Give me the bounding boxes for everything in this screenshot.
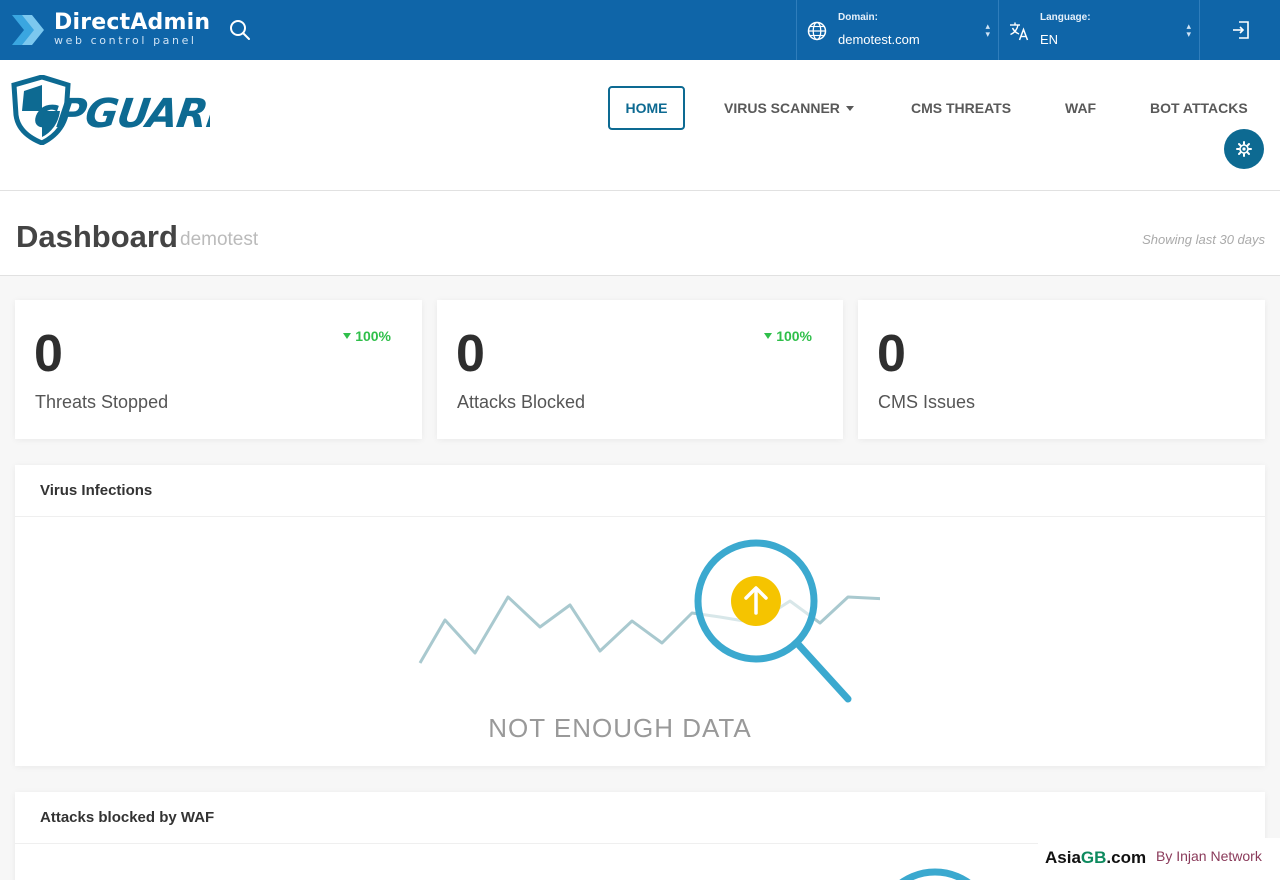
caret-down-icon xyxy=(343,333,352,339)
translate-icon xyxy=(1010,22,1029,41)
search-icon[interactable] xyxy=(228,18,252,42)
cpguard-logo[interactable]: cPGUARD xyxy=(10,75,210,145)
language-value: EN xyxy=(1040,32,1059,47)
stat-card-cms-issues: 0 CMS Issues xyxy=(858,300,1265,439)
domain-selector[interactable]: Domain: demotest.com ▴ ▾ xyxy=(796,0,998,60)
chevron-updown-icon: ▴ ▾ xyxy=(985,21,990,39)
caret-down-icon xyxy=(764,333,773,339)
caret-down-icon xyxy=(845,106,854,111)
settings-button[interactable] xyxy=(1224,129,1264,169)
watermark-brand: AsiaGB.com xyxy=(1045,848,1146,868)
watermark-brand-prefix: Asia xyxy=(1045,848,1081,867)
magnifier-icon xyxy=(694,539,852,703)
page-subtitle: demotest xyxy=(180,229,259,250)
stat-card-threats-stopped: 0 Threats Stopped 100% xyxy=(15,300,422,439)
nav-cms-threats[interactable]: CMS THREATS xyxy=(911,86,1011,130)
stat-label: Threats Stopped xyxy=(35,392,169,412)
nav-home[interactable]: HOME xyxy=(608,86,685,130)
stat-label: Attacks Blocked xyxy=(457,392,586,412)
no-data-illustration: NOT ENOUGH DATA xyxy=(400,533,889,753)
stat-change-value: 100% xyxy=(355,328,391,344)
stat-value: 0 xyxy=(877,325,906,383)
watermark-by: By Injan Network xyxy=(1156,848,1262,864)
nav-virus-scanner-label: VIRUS SCANNER xyxy=(724,100,840,116)
gear-icon xyxy=(1236,141,1252,157)
language-label: Language: xyxy=(1040,12,1091,23)
directadmin-logo-icon xyxy=(12,15,44,45)
chevron-updown-icon: ▴ ▾ xyxy=(1186,21,1191,39)
stat-card-attacks-blocked: 0 Attacks Blocked 100% xyxy=(437,300,843,439)
dashboard-header: Dashboard demotest Showing last 30 days xyxy=(0,191,1280,276)
magnifier-icon xyxy=(899,868,971,880)
nav-cms-threats-label: CMS THREATS xyxy=(911,100,1012,116)
stat-value: 0 xyxy=(456,325,485,383)
nav-waf-label: WAF xyxy=(1065,100,1097,116)
language-selector[interactable]: Language: EN ▴ ▾ xyxy=(998,0,1199,60)
upload-arrow-icon xyxy=(731,576,781,626)
logout-button[interactable] xyxy=(1199,0,1280,60)
panel-title: Attacks blocked by WAF xyxy=(15,792,1265,844)
nav-home-label: HOME xyxy=(625,100,668,116)
logout-icon xyxy=(1233,21,1249,39)
domain-label: Domain: xyxy=(838,12,878,23)
watermark-brand-mid: GB xyxy=(1080,848,1107,867)
directadmin-topbar: DirectAdmin web control panel Domain: de… xyxy=(0,0,1280,60)
cpguard-navbar: cPGUARD HOME VIRUS SCANNER CMS THREATS W… xyxy=(0,60,1280,191)
directadmin-subtitle: web control panel xyxy=(54,34,197,47)
globe-icon xyxy=(807,21,827,41)
stat-change: 100% xyxy=(343,328,391,344)
directadmin-logo[interactable]: DirectAdmin web control panel xyxy=(10,9,210,51)
nav-bot-attacks-label: BOT ATTACKS xyxy=(1150,100,1248,116)
panel-virus-infections: Virus Infections NOT ENOUGH DATA xyxy=(15,465,1265,766)
panel-title: Virus Infections xyxy=(15,465,1265,517)
domain-value: demotest.com xyxy=(838,32,920,47)
stat-change: 100% xyxy=(764,328,812,344)
date-range-note: Showing last 30 days xyxy=(1142,232,1265,247)
page-title: Dashboard xyxy=(16,219,178,254)
stat-value: 0 xyxy=(34,325,63,383)
directadmin-title: DirectAdmin xyxy=(54,10,211,35)
nav-waf[interactable]: WAF xyxy=(1065,86,1096,130)
nav-bot-attacks[interactable]: BOT ATTACKS xyxy=(1150,86,1248,130)
watermark: AsiaGB.com By Injan Network xyxy=(1038,838,1280,880)
no-data-text: NOT ENOUGH DATA xyxy=(488,713,752,743)
stat-change-value: 100% xyxy=(776,328,812,344)
watermark-brand-suffix: .com xyxy=(1106,848,1147,867)
cpguard-logo-text: cPGUARD xyxy=(31,91,210,137)
no-data-graphic xyxy=(418,539,889,703)
nav-virus-scanner[interactable]: VIRUS SCANNER xyxy=(724,86,854,130)
stat-label: CMS Issues xyxy=(878,392,976,412)
